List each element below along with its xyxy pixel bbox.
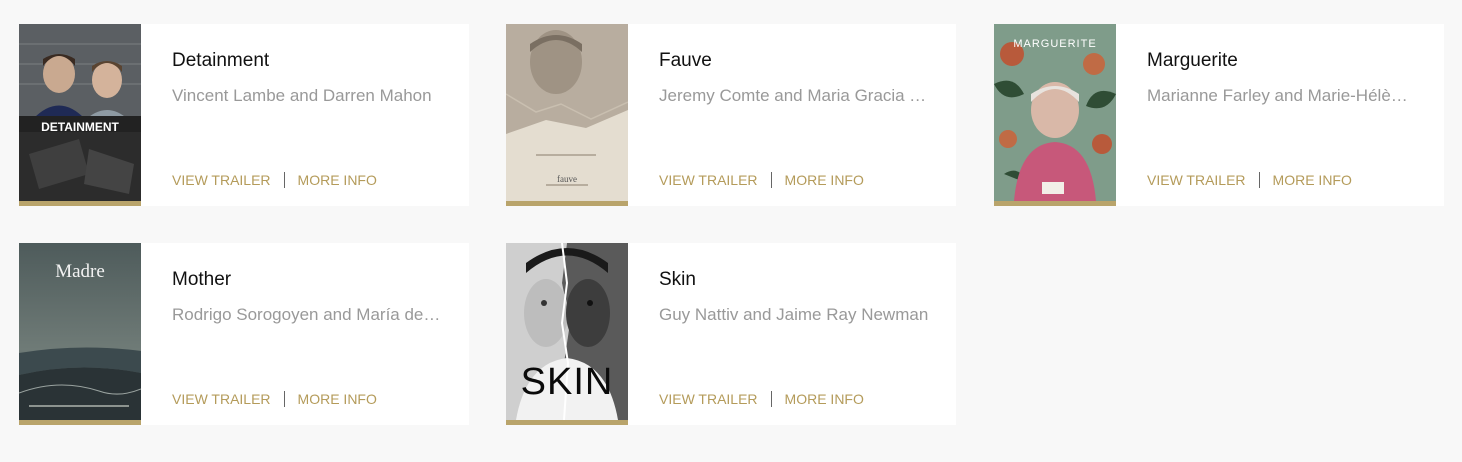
poster-detainment-image [19, 24, 141, 201]
film-title[interactable]: Mother [172, 269, 231, 291]
more-info-link[interactable]: MORE INFO [298, 172, 377, 188]
view-trailer-link[interactable]: VIEW TRAILER [659, 172, 758, 188]
poster-detainment-title: DETAINMENT [41, 120, 119, 134]
actions-divider [283, 172, 285, 188]
film-actions: VIEW TRAILER MORE INFO [172, 391, 377, 407]
film-card-skin: SKIN Skin Guy Nattiv and Jaime Ray Newma… [506, 243, 956, 425]
film-info: Detainment Vincent Lambe and Darren Maho… [141, 24, 469, 206]
film-credits: Vincent Lambe and Darren Mahon [172, 86, 432, 105]
film-credits: Rodrigo Sorogoyen and María del Puy Alva… [172, 305, 442, 324]
film-grid: DETAINMENT Detainment Vincent Lambe and … [0, 0, 1462, 462]
poster-fauve-title: fauve [557, 174, 577, 184]
poster-fauve[interactable]: fauve [506, 24, 628, 206]
actions-divider [770, 172, 772, 188]
more-info-link[interactable]: MORE INFO [1273, 172, 1352, 188]
film-card-detainment: DETAINMENT Detainment Vincent Lambe and … [19, 24, 469, 206]
actions-divider [283, 391, 285, 407]
film-actions: VIEW TRAILER MORE INFO [659, 172, 864, 188]
poster-marguerite-image [994, 24, 1116, 201]
film-card-fauve: fauve Fauve Jeremy Comte and Maria Graci… [506, 24, 956, 206]
film-info: Fauve Jeremy Comte and Maria Gracia Turg… [628, 24, 956, 206]
film-title[interactable]: Detainment [172, 50, 269, 72]
more-info-link[interactable]: MORE INFO [785, 391, 864, 407]
poster-mother[interactable]: Madre [19, 243, 141, 425]
film-actions: VIEW TRAILER MORE INFO [172, 172, 377, 188]
poster-skin-title: SKIN [520, 361, 614, 403]
film-card-marguerite: MARGUERITE Marguerite Marianne Farley an… [994, 24, 1444, 206]
film-credits: Guy Nattiv and Jaime Ray Newman [659, 305, 929, 324]
film-title[interactable]: Skin [659, 269, 696, 291]
poster-detainment[interactable]: DETAINMENT [19, 24, 141, 206]
film-actions: VIEW TRAILER MORE INFO [659, 391, 864, 407]
film-card-mother: Madre Mother Rodrigo Sorogoyen and María… [19, 243, 469, 425]
view-trailer-link[interactable]: VIEW TRAILER [172, 391, 271, 407]
view-trailer-link[interactable]: VIEW TRAILER [1147, 172, 1246, 188]
more-info-link[interactable]: MORE INFO [298, 391, 377, 407]
film-actions: VIEW TRAILER MORE INFO [1147, 172, 1352, 188]
actions-divider [1258, 172, 1260, 188]
actions-divider [770, 391, 772, 407]
poster-marguerite[interactable]: MARGUERITE [994, 24, 1116, 206]
poster-mother-title: Madre [55, 261, 105, 282]
film-info: Skin Guy Nattiv and Jaime Ray Newman VIE… [628, 243, 956, 425]
film-info: Mother Rodrigo Sorogoyen and María del P… [141, 243, 469, 425]
film-title[interactable]: Marguerite [1147, 50, 1238, 72]
film-credits: Marianne Farley and Marie-Hélène Panisse… [1147, 86, 1417, 105]
more-info-link[interactable]: MORE INFO [785, 172, 864, 188]
film-info: Marguerite Marianne Farley and Marie-Hél… [1116, 24, 1444, 206]
poster-marguerite-title: MARGUERITE [1013, 38, 1097, 50]
poster-skin[interactable]: SKIN [506, 243, 628, 425]
film-title[interactable]: Fauve [659, 50, 712, 72]
view-trailer-link[interactable]: VIEW TRAILER [172, 172, 271, 188]
view-trailer-link[interactable]: VIEW TRAILER [659, 391, 758, 407]
film-credits: Jeremy Comte and Maria Gracia Turgeon [659, 86, 929, 105]
